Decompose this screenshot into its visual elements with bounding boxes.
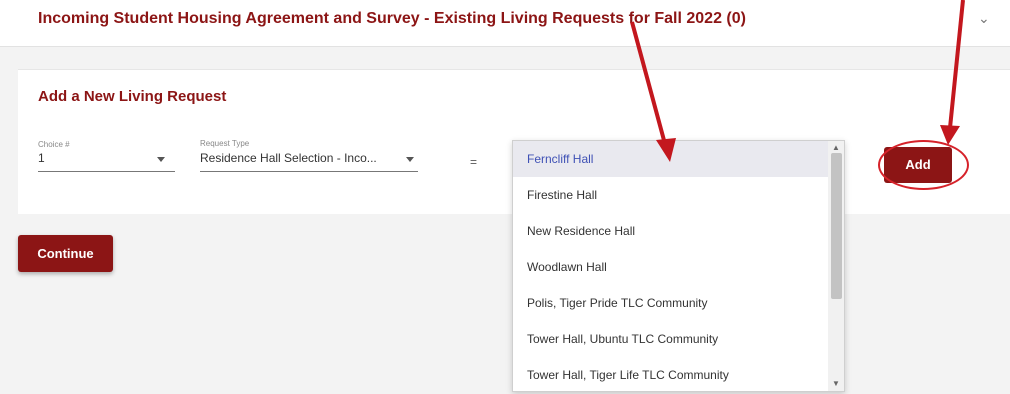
hall-option-tower-tiger-life[interactable]: Tower Hall, Tiger Life TLC Community [513,357,828,391]
form-title: Add a New Living Request [38,88,227,105]
scrollbar-thumb[interactable] [831,153,842,299]
choice-label: Choice # [38,140,70,149]
chevron-down-icon[interactable]: ⌄ [978,10,990,27]
scroll-down-icon[interactable]: ▼ [832,379,840,388]
request-type-underline [200,171,418,172]
request-type-dropdown-icon [406,157,414,162]
request-type-value: Residence Hall Selection - Inco... [200,151,377,165]
scroll-up-icon[interactable]: ▲ [832,143,840,152]
choice-value: 1 [38,151,45,165]
equals-sign: = [470,155,478,169]
hall-options-listbox[interactable]: Ferncliff Hall Firestine Hall New Reside… [512,140,845,392]
choice-dropdown-icon [157,157,165,162]
section-header[interactable]: Incoming Student Housing Agreement and S… [0,0,1010,47]
choice-underline [38,171,175,172]
hall-option-tower-ubuntu[interactable]: Tower Hall, Ubuntu TLC Community [513,321,828,357]
hall-option-firestine[interactable]: Firestine Hall [513,177,828,213]
highlight-circle [878,140,969,190]
hall-option-ferncliff[interactable]: Ferncliff Hall [513,141,828,177]
hall-option-woodlawn[interactable]: Woodlawn Hall [513,249,828,285]
hall-option-polis[interactable]: Polis, Tiger Pride TLC Community [513,285,828,321]
request-type-label: Request Type [200,139,250,148]
section-title: Incoming Student Housing Agreement and S… [38,10,746,27]
continue-button[interactable]: Continue [18,235,113,272]
hall-option-new-residence[interactable]: New Residence Hall [513,213,828,249]
